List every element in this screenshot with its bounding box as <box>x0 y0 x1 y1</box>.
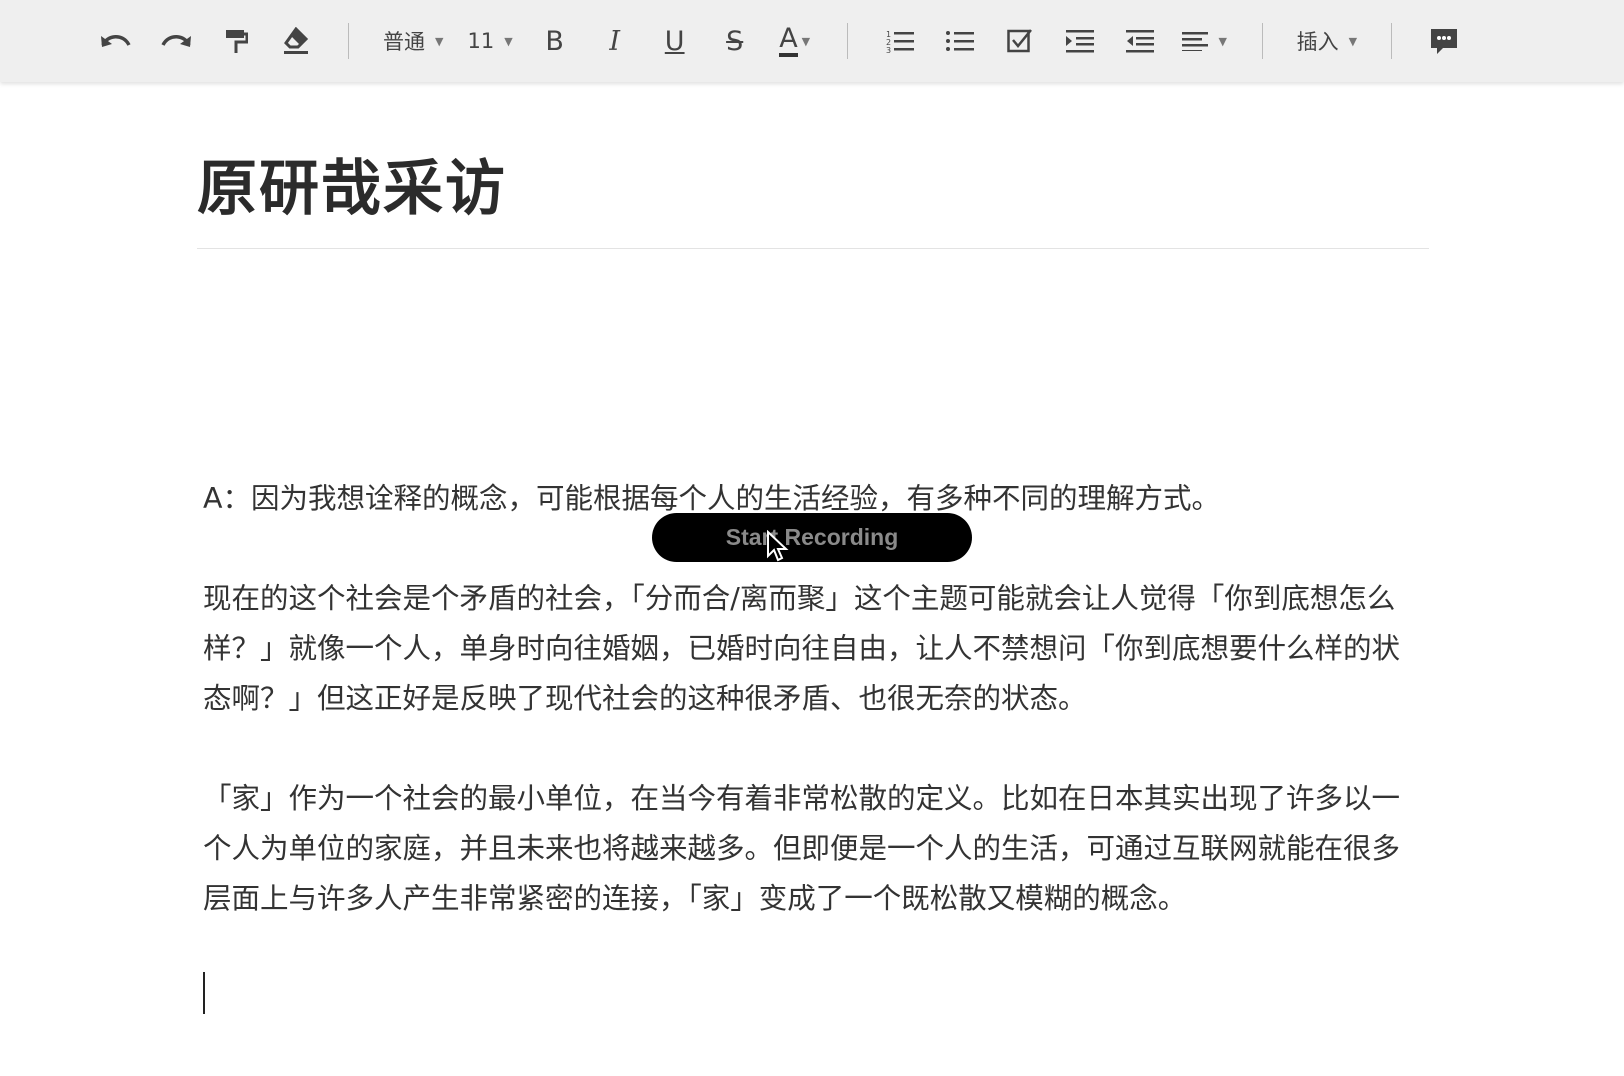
bullet-list-button[interactable] <box>930 21 990 61</box>
text-color-icon: A <box>779 25 798 57</box>
chevron-down-icon: ▼ <box>1348 34 1358 48</box>
divider <box>1391 23 1393 59</box>
italic-button[interactable]: I <box>585 21 645 61</box>
insert-label: 插入 <box>1296 30 1339 54</box>
clear-format-button[interactable] <box>266 21 326 61</box>
undo-button[interactable] <box>86 21 146 61</box>
text-color-button[interactable]: A ▼ <box>765 21 825 61</box>
title-divider <box>197 248 1429 249</box>
recording-label: Start Recording <box>725 524 899 550</box>
mouse-pointer-icon <box>767 530 789 562</box>
outdent-icon <box>1125 30 1154 53</box>
redo-icon <box>161 35 191 47</box>
chevron-down-icon: ▼ <box>801 34 811 48</box>
ordered-list-icon: 123 <box>886 30 914 53</box>
eraser-icon <box>284 27 309 54</box>
chevron-down-icon: ▼ <box>504 34 513 48</box>
align-icon <box>1182 32 1209 51</box>
underline-button[interactable]: U <box>645 21 705 61</box>
chevron-down-icon: ▼ <box>435 34 444 48</box>
checklist-icon <box>1006 29 1032 53</box>
font-size-label: 11 <box>467 29 495 53</box>
chevron-down-icon: ▼ <box>1218 34 1227 48</box>
start-recording-button[interactable]: Start Recording <box>652 513 972 562</box>
divider <box>846 23 848 59</box>
undo-icon <box>101 35 131 47</box>
toolbar: 普通 ▼ 11 ▼ B I U S A ▼ 123 ▼ 插入 ▼ <box>0 0 1624 82</box>
italic-icon: I <box>609 25 620 57</box>
indent-button[interactable] <box>1050 21 1110 61</box>
ordered-list-button[interactable]: 123 <box>870 21 930 61</box>
document-title[interactable]: 原研哉采访 <box>197 140 507 227</box>
svg-text:3: 3 <box>886 46 891 53</box>
comment-icon <box>1431 29 1458 54</box>
outdent-button[interactable] <box>1110 21 1170 61</box>
style-label: 普通 <box>383 30 425 54</box>
underline-icon: U <box>664 25 685 57</box>
paragraph[interactable]: 「家」作为一个社会的最小单位，在当今有着非常松散的定义。比如在日本其实出现了许多… <box>203 774 1423 924</box>
indent-icon <box>1065 30 1094 53</box>
text-cursor <box>203 972 205 1014</box>
divider <box>348 23 349 59</box>
divider <box>1261 23 1263 59</box>
redo-button[interactable] <box>146 21 206 61</box>
paragraph-style-dropdown[interactable]: 普通 ▼ <box>371 21 455 61</box>
strikethrough-icon: S <box>726 25 744 57</box>
insert-dropdown[interactable]: 插入 ▼ <box>1285 21 1369 61</box>
strikethrough-button[interactable]: S <box>705 21 765 61</box>
align-dropdown[interactable]: ▼ <box>1170 21 1240 61</box>
format-painter-icon <box>226 30 248 53</box>
format-painter-button[interactable] <box>206 21 266 61</box>
bold-button[interactable]: B <box>525 21 585 61</box>
paragraph[interactable]: 现在的这个社会是个矛盾的社会，「分而合/离而聚」这个主题可能就会让人觉得「你到底… <box>203 574 1423 724</box>
font-size-dropdown[interactable]: 11 ▼ <box>455 21 524 61</box>
bold-icon: B <box>545 25 564 57</box>
checklist-button[interactable] <box>990 21 1050 61</box>
bullet-list-icon <box>945 31 974 51</box>
comment-button[interactable] <box>1414 21 1474 61</box>
